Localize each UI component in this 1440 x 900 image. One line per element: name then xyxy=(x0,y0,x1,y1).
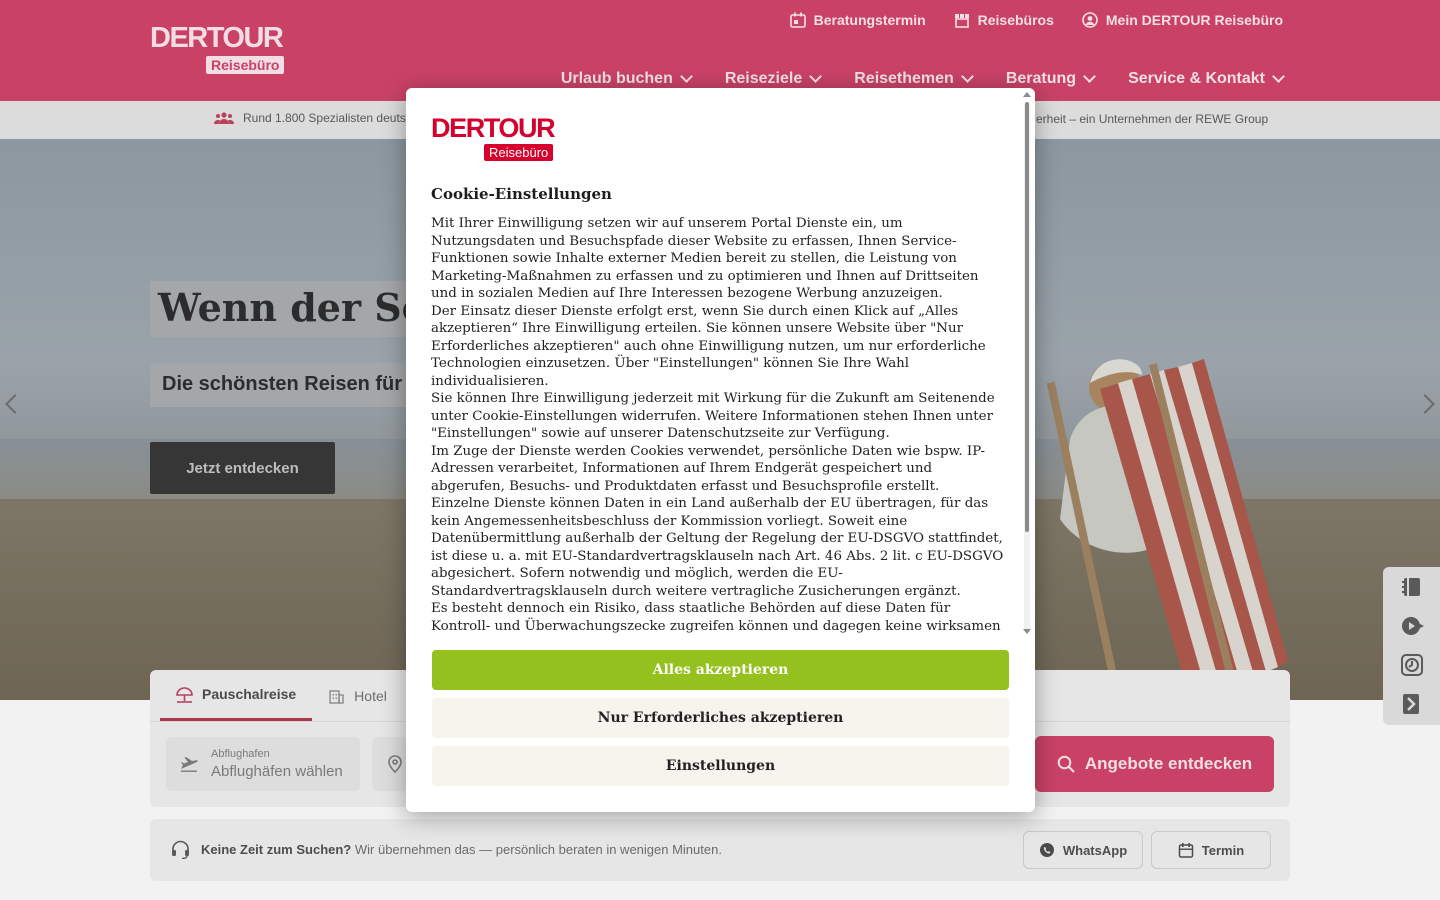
modal-title: Cookie-Einstellungen xyxy=(431,185,612,203)
accept-necessary-button[interactable]: Nur Erforderliches akzeptieren xyxy=(432,698,1009,738)
modal-scrollbar-thumb[interactable] xyxy=(1025,102,1029,532)
modal-body-text: Mit Ihrer Einwilligung setzen wir auf un… xyxy=(431,215,1007,635)
modal-paragraph: Sie können Ihre Einwilligung jederzeit m… xyxy=(431,391,995,441)
cookie-consent-dialog: DERTOUR Reisebüro Cookie-Einstellungen M… xyxy=(406,88,1035,812)
modal-logo-wordmark: DERTOUR xyxy=(431,113,556,143)
accept-all-button[interactable]: Alles akzeptieren xyxy=(432,650,1009,690)
modal-paragraph: Im Zuge der Dienste werden Cookies verwe… xyxy=(431,443,986,494)
modal-paragraph: Einzelne Dienste können Daten in ein Lan… xyxy=(431,496,1004,599)
cookie-settings-button[interactable]: Einstellungen xyxy=(432,746,1009,786)
modal-logo: DERTOUR Reisebüro xyxy=(431,115,561,163)
scroll-up-icon[interactable] xyxy=(1023,92,1031,97)
modal-paragraph: Der Einsatz dieser Dienste erfolgt erst,… xyxy=(431,303,986,389)
modal-paragraph: Es besteht dennoch ein Risiko, dass staa… xyxy=(431,601,1001,634)
modal-logo-badge: Reisebüro xyxy=(484,144,554,161)
modal-paragraph: Mit Ihrer Einwilligung setzen wir auf un… xyxy=(431,216,979,301)
scroll-down-icon[interactable] xyxy=(1023,629,1031,634)
